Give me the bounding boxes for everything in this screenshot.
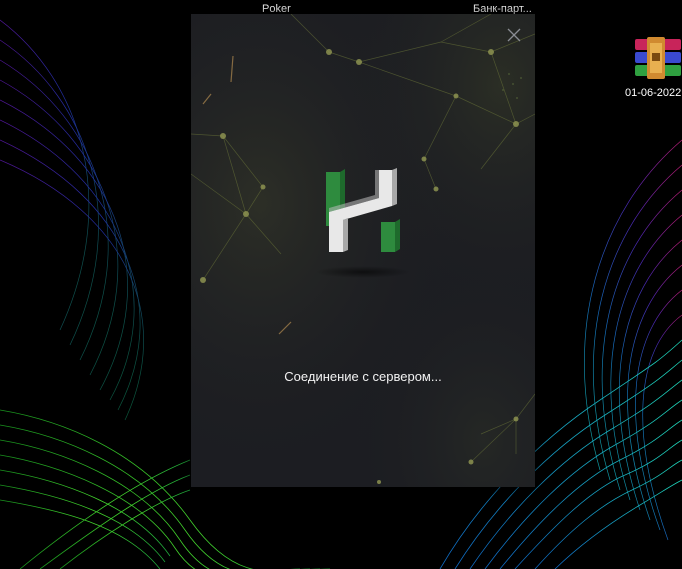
- connection-status-text: Соединение с сервером...: [284, 369, 442, 384]
- launcher-window: Соединение с сервером...: [191, 14, 535, 487]
- winrar-archive-icon[interactable]: [633, 37, 681, 79]
- h-logo-icon: [326, 168, 400, 252]
- close-button[interactable]: [505, 26, 523, 44]
- close-icon: [507, 28, 521, 42]
- desktop-icon-label-archive[interactable]: 01-06-2022: [625, 87, 681, 99]
- logo-shadow: [315, 266, 411, 278]
- desktop: Poker Банк-парт... 01-06-2022 Соединение…: [0, 0, 682, 569]
